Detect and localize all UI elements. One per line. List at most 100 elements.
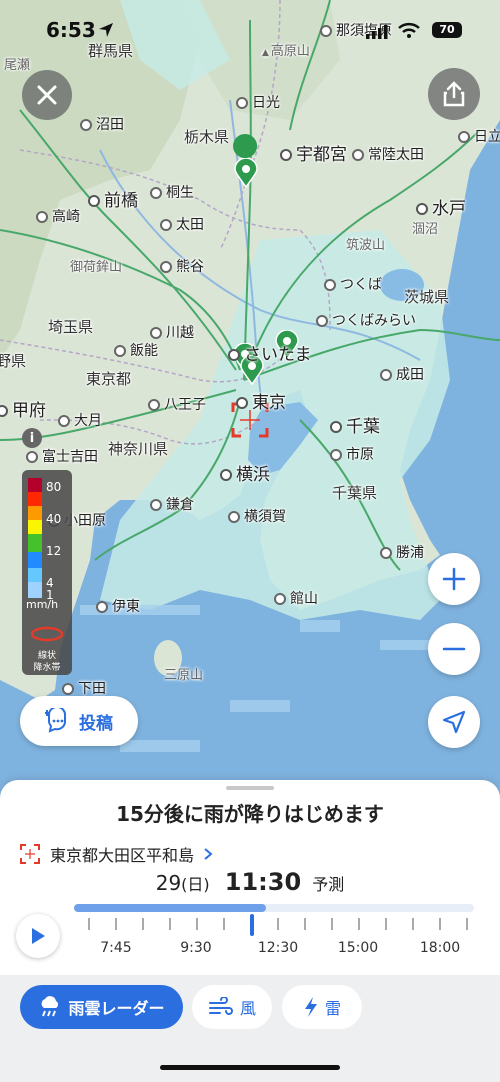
city-marker-icon <box>80 119 92 131</box>
map-label: 涸沼 <box>412 218 438 237</box>
layer-chip-wind[interactable]: 風 <box>192 985 272 1029</box>
city-marker-icon <box>330 449 342 461</box>
lightning-icon <box>303 996 319 1018</box>
map-label-text: 八王子 <box>164 397 206 413</box>
map-label-text: 沼田 <box>96 117 124 133</box>
map-label: 水戸 <box>416 194 466 219</box>
map-label: 高崎 <box>36 206 80 226</box>
map-label: 桐生 <box>150 182 194 202</box>
map-label: 三原山 <box>164 664 203 683</box>
map-label: 横須賀 <box>228 506 286 526</box>
city-marker-icon <box>0 405 8 417</box>
navigation-arrow-icon <box>442 710 466 734</box>
map-label-text: 千葉 <box>346 417 380 437</box>
timeline-tick <box>277 918 279 930</box>
city-marker-icon <box>114 345 126 357</box>
location-pin[interactable] <box>234 157 258 189</box>
timeline-tick <box>142 918 144 930</box>
forecast-weekday: (日) <box>181 875 210 894</box>
layer-chip-rain-cloud[interactable]: 雨雲レーダー <box>20 985 183 1029</box>
plus-icon <box>442 567 466 591</box>
map-label: 市原 <box>330 444 374 464</box>
location-arrow-icon <box>98 22 114 42</box>
timeline-label: 15:00 <box>337 940 379 956</box>
rain-cloud-icon <box>38 996 62 1018</box>
city-marker-icon <box>236 397 248 409</box>
city-marker-icon <box>380 369 392 381</box>
map-label: 千葉県 <box>332 482 377 503</box>
city-marker-icon <box>148 399 160 411</box>
map-label: 甲府 <box>0 396 46 421</box>
map-label: 尾瀬 <box>4 54 30 73</box>
legend-tick-label: 40 <box>46 512 62 526</box>
map-label: つくば <box>324 274 382 294</box>
map-label: さいたま <box>228 340 312 365</box>
layer-chip-label: 風 <box>239 999 256 1018</box>
zoom-out-button[interactable] <box>428 623 480 675</box>
city-marker-icon <box>88 195 100 207</box>
location-row[interactable]: 東京都大田区平和島 <box>20 842 214 866</box>
map-label-text: 尾瀬 <box>4 58 31 73</box>
rain-radar-map[interactable]: 那須塩原 ▲ 高原山 群馬県 尾瀬 日光 沼田 栃木県 日立 宇都宮 常陸太田 前橋 桐生 水戸 高崎 太田涸… <box>0 0 500 800</box>
map-label: 飯能 <box>114 340 158 360</box>
timeline-tick <box>385 918 387 930</box>
share-button[interactable] <box>428 68 480 120</box>
city-marker-icon <box>352 149 364 161</box>
city-marker-icon <box>150 327 162 339</box>
precipitation-legend: 80 40 12 4 1 mm/h 線状 降水帯 <box>22 470 72 675</box>
play-button[interactable] <box>16 914 60 958</box>
map-label: 成田 <box>380 364 424 384</box>
timeline-tick <box>169 918 171 930</box>
forecast-time: 11:30 <box>224 868 302 896</box>
play-icon <box>32 928 45 944</box>
map-label-text: 市原 <box>346 447 374 463</box>
map-label: 熊谷 <box>160 256 204 276</box>
map-label: 日立 <box>458 126 500 146</box>
info-button[interactable]: i <box>22 428 42 448</box>
timeline-tick <box>439 918 441 930</box>
city-marker-icon <box>380 547 392 559</box>
map-label: 茨城県 <box>404 286 449 307</box>
map-label: 千葉 <box>330 412 380 437</box>
map-label: 宇都宮 <box>280 140 347 165</box>
map-label: 前橋 <box>88 186 138 211</box>
map-label-text: 大月 <box>74 413 102 429</box>
forecast-date: 29 <box>155 871 182 895</box>
home-indicator <box>160 1065 340 1070</box>
city-marker-icon <box>228 511 240 523</box>
forecast-headline: 15分後に雨が降りはじめます <box>116 802 384 826</box>
map-label: 八王子 <box>148 394 206 414</box>
current-location-button[interactable] <box>428 696 480 748</box>
map-label-text: 横浜 <box>236 465 270 485</box>
post-button[interactable]: 投稿 <box>20 696 138 746</box>
legend-unit: mm/h <box>26 598 59 611</box>
sheet-drag-handle[interactable] <box>226 786 274 790</box>
city-marker-icon <box>96 601 108 613</box>
map-label-text: 鎌倉 <box>166 497 194 513</box>
map-label: 東京都 <box>86 368 131 389</box>
map-label-text: 野県 <box>0 352 27 370</box>
location-name: 東京都大田区平和島 <box>50 846 195 865</box>
map-label-text: 神奈川県 <box>108 440 169 458</box>
zoom-in-button[interactable] <box>428 553 480 605</box>
map-label: 常陸太田 <box>352 144 424 164</box>
linear-rainband-icon <box>30 626 64 642</box>
forecast-time-row: 29(日) 11:30 予測 <box>0 868 500 896</box>
city-marker-icon <box>458 131 470 143</box>
map-label-text: 前橋 <box>104 191 138 211</box>
info-icon: i <box>29 430 35 446</box>
map-label-text: 勝浦 <box>396 545 424 561</box>
map-label: 栃木県 <box>184 126 229 147</box>
layer-chip-lightning[interactable]: 雷 <box>282 985 362 1029</box>
city-marker-icon <box>274 593 286 605</box>
city-marker-icon <box>62 683 74 695</box>
battery-icon: 70 <box>432 22 462 38</box>
timeline-tick <box>358 918 360 930</box>
close-button[interactable] <box>22 70 72 120</box>
timeline-slider[interactable]: 7:45 9:30 12:30 15:00 18:00 <box>74 900 474 960</box>
timeline-thumb[interactable] <box>250 914 254 936</box>
legend-tick-label: 80 <box>46 480 62 494</box>
map-label-text: 成田 <box>396 367 424 383</box>
map-label: 筑波山 <box>346 234 385 253</box>
map-label: 下田 <box>62 678 106 698</box>
